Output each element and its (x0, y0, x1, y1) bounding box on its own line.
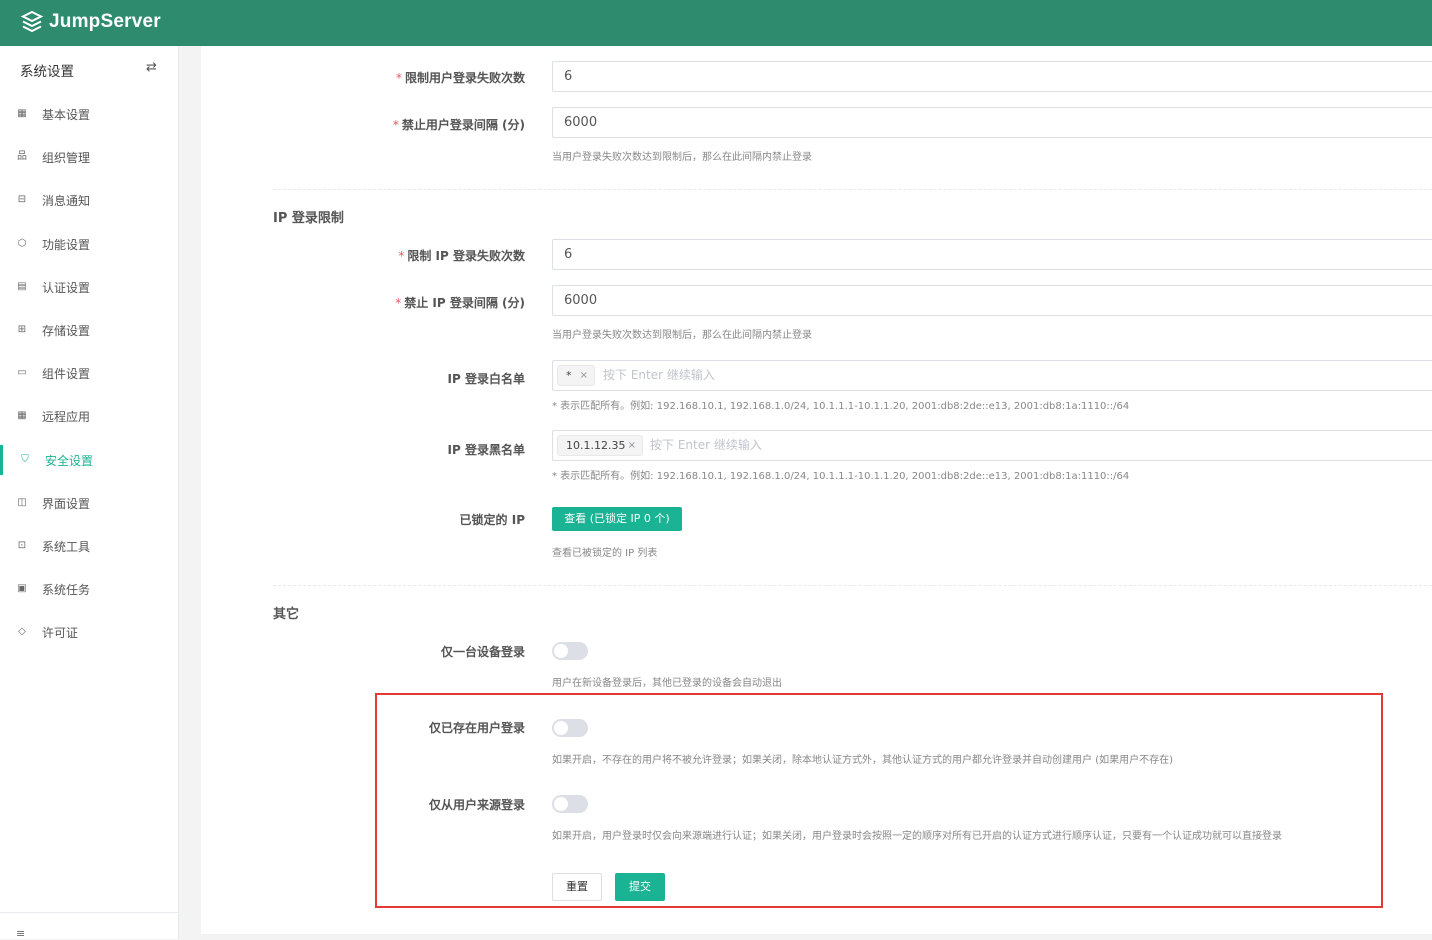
sidebar-item-label: 远程应用 (42, 409, 91, 424)
sidebar-item-label: 消息通知 (42, 193, 91, 208)
sidebar-item-label: 许可证 (42, 625, 79, 640)
sidebar-item-label: 存储设置 (42, 323, 91, 338)
logo[interactable]: JumpServer (20, 10, 161, 34)
sidebar-item-org[interactable]: 品 组织管理 (0, 142, 178, 172)
ip-tag: 10.1.12.35 × (557, 435, 643, 456)
sidebar-item-tools[interactable]: ⊡ 系统工具 (0, 531, 178, 561)
sidebar-item-license[interactable]: ◇ 许可证 (0, 617, 178, 647)
sidebar-item-tasks[interactable]: ▣ 系统任务 (0, 574, 178, 604)
single-device-help: 用户在新设备登录后，其他已登录的设备会自动退出 (552, 678, 782, 689)
diamond-icon: ◇ (18, 626, 26, 637)
grid-icon: ▦ (17, 108, 27, 119)
layout-icon: ◫ (17, 497, 27, 508)
user-fail-limit-label: * 限制用户登录失败次数 (395, 71, 525, 85)
sidebar-item-label: 安全设置 (45, 453, 94, 468)
other-section-title: 其它 (273, 607, 300, 622)
cube-icon: ⬡ (17, 238, 27, 249)
sidebar-item-basic[interactable]: ▦ 基本设置 (0, 99, 178, 129)
ip-blacklist-label: IP 登录黑名单 (447, 443, 525, 457)
sidebar-item-feature[interactable]: ⬡ 功能设置 (0, 229, 178, 259)
ip-tag: * × (557, 365, 595, 386)
user-block-interval-label: * 禁止用户登录间隔 (分) (392, 118, 525, 132)
single-device-label: 仅一台设备登录 (440, 645, 525, 659)
user-block-help: 当用户登录失败次数达到限制后，那么在此间隔内禁止登录 (552, 152, 812, 163)
locked-ip-help: 查看已被锁定的 IP 列表 (552, 548, 658, 559)
org-icon: 品 (17, 151, 27, 162)
sidebar-item-storage[interactable]: ⊞ 存储设置 (0, 315, 178, 345)
user-fail-limit-input[interactable]: 6 (552, 61, 1432, 92)
single-device-switch[interactable] (552, 642, 588, 660)
apps-icon: ▦ (17, 410, 27, 421)
storage-icon: ⊞ (17, 324, 27, 335)
monitor-icon: ▭ (17, 367, 27, 378)
locked-ip-label: 已锁定的 IP (459, 513, 525, 527)
sidebar-item-label: 系统任务 (42, 582, 91, 597)
sidebar-item-label: 认证设置 (42, 280, 91, 295)
sidebar-item-label: 功能设置 (42, 237, 91, 252)
sidebar-item-interface[interactable]: ◫ 界面设置 (0, 488, 178, 518)
sidebar-item-label: 组织管理 (42, 150, 91, 165)
tag-input-placeholder: 按下 Enter 继续输入 (650, 438, 762, 452)
sidebar-footer: ≡ (0, 912, 178, 940)
message-icon: ⊟ (17, 194, 27, 205)
divider (273, 585, 1432, 586)
divider (273, 189, 1432, 190)
ip-section-title: IP 登录限制 (273, 211, 344, 226)
sidebar-item-auth[interactable]: ▤ 认证设置 (0, 272, 178, 302)
collapse-menu-icon[interactable]: ≡ (16, 927, 25, 940)
sidebar-item-component[interactable]: ▭ 组件设置 (0, 358, 178, 388)
shield-icon: ⛉ (21, 454, 29, 465)
sidebar-item-remote-app[interactable]: ▦ 远程应用 (0, 401, 178, 431)
highlight-box (375, 693, 1383, 908)
ip-whitelist-input[interactable]: * × 按下 Enter 继续输入 (552, 360, 1432, 391)
sidebar-item-label: 组件设置 (42, 366, 91, 381)
ip-blacklist-help: * 表示匹配所有。例如: 192.168.10.1, 192.168.1.0/2… (552, 471, 1130, 482)
user-block-interval-input[interactable]: 6000 (552, 107, 1432, 138)
sidebar-item-label: 系统工具 (42, 539, 91, 554)
ip-block-interval-input[interactable]: 6000 (552, 285, 1432, 316)
brand-name: JumpServer (49, 11, 161, 32)
id-card-icon: ▤ (17, 281, 27, 292)
toolbox-icon: ⊡ (17, 540, 27, 551)
tag-close-icon[interactable]: × (580, 366, 588, 385)
ip-whitelist-label: IP 登录白名单 (447, 372, 525, 386)
ip-block-interval-label: * 禁止 IP 登录间隔 (分) (395, 296, 525, 310)
sidebar-item-security[interactable]: ⛉ 安全设置 (0, 445, 178, 475)
ip-whitelist-help: * 表示匹配所有。例如: 192.168.10.1, 192.168.1.0/2… (552, 401, 1130, 412)
task-icon: ▣ (17, 583, 27, 594)
ip-fail-limit-input[interactable]: 6 (552, 239, 1432, 270)
tag-input-placeholder: 按下 Enter 继续输入 (603, 368, 715, 382)
sidebar-item-message[interactable]: ⊟ 消息通知 (0, 185, 178, 215)
sidebar-item-label: 基本设置 (42, 107, 91, 122)
top-navbar: JumpServer (0, 0, 1432, 46)
tag-close-icon[interactable]: × (628, 436, 636, 455)
sidebar-item-label: 界面设置 (42, 496, 91, 511)
view-locked-ip-button[interactable]: 查看 (已锁定 IP 0 个) (552, 507, 682, 531)
sidebar-title: 系统设置 (20, 64, 74, 80)
sidebar: 系统设置 ⇄ ▦ 基本设置 品 组织管理 ⊟ 消息通知 ⬡ 功能设置 ▤ 认证设… (0, 46, 179, 940)
ip-block-help: 当用户登录失败次数达到限制后，那么在此间隔内禁止登录 (552, 330, 812, 341)
swap-icon[interactable]: ⇄ (146, 60, 157, 75)
ip-blacklist-input[interactable]: 10.1.12.35 × 按下 Enter 继续输入 (552, 430, 1432, 461)
jumpserver-logo-icon (20, 10, 44, 33)
ip-fail-limit-label: * 限制 IP 登录失败次数 (398, 249, 525, 263)
